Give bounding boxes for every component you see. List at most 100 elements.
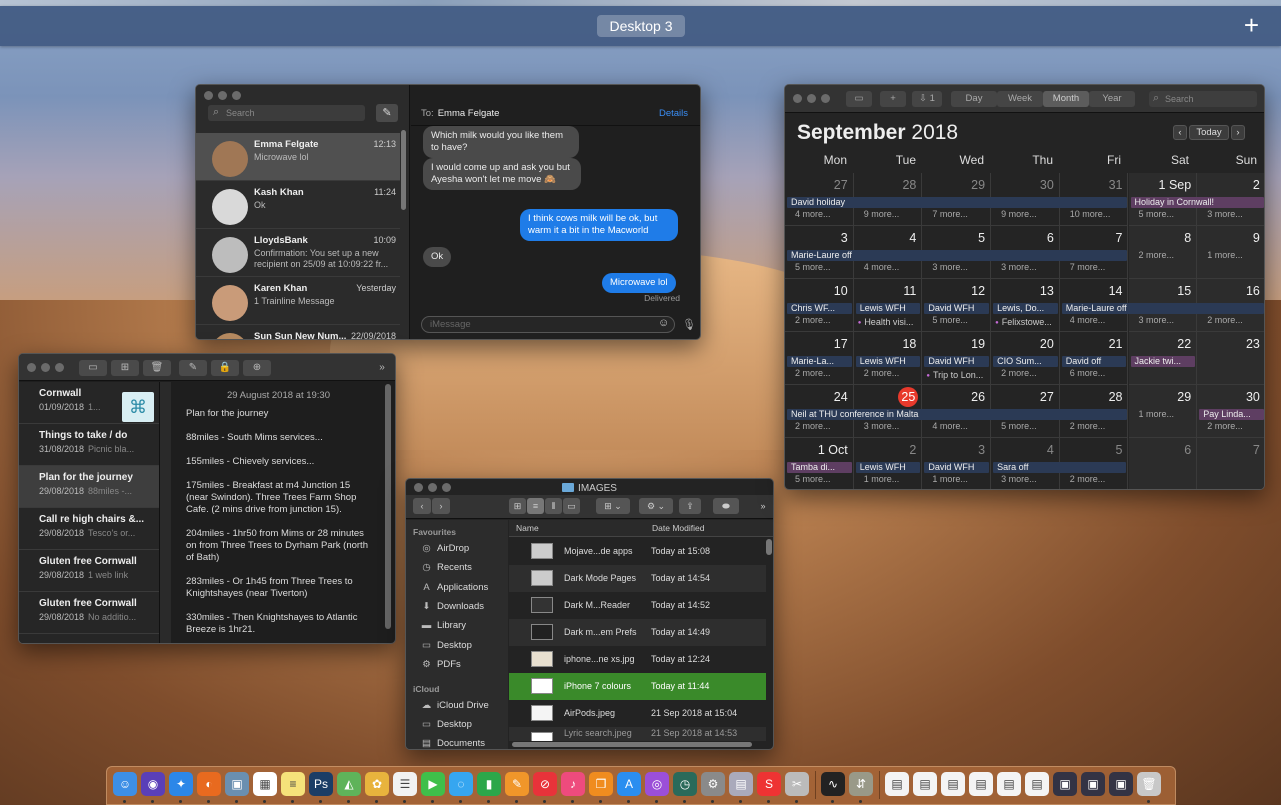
- conversation-item[interactable]: Kash Khan 11:24 Ok: [196, 181, 400, 229]
- tab-day[interactable]: Day: [951, 91, 997, 107]
- calendar-event[interactable]: Marie-Laure off: [1061, 303, 1264, 314]
- note-item[interactable]: Plan for the journey 29/08/2018 88miles -.…: [19, 466, 159, 508]
- calendar-event[interactable]: David holiday: [787, 197, 1127, 208]
- facetime-icon[interactable]: ▶: [421, 772, 445, 796]
- sidebar-item-airdrop[interactable]: ◎ AirDrop: [420, 543, 469, 554]
- sidebar-item-library[interactable]: ▬ Library: [420, 620, 466, 631]
- note-item[interactable]: Gluten free Cornwall 29/08/2018 1 web link: [19, 550, 159, 592]
- more-events-link[interactable]: 3 more...: [864, 421, 900, 431]
- calendar-event[interactable]: Sara off: [993, 462, 1127, 473]
- sidebar-toggle-icon[interactable]: ▭: [79, 360, 107, 376]
- group-by-icon[interactable]: ⊞ ⌄: [596, 498, 630, 514]
- more-events-link[interactable]: 1 more...: [1207, 250, 1243, 260]
- notes-window[interactable]: ▭ ⊞ 🗑 ✎ 🔒 ⊕ » Cornwall 01/09/2018 1... Thi…: [18, 353, 396, 644]
- notes-app-icon[interactable]: ≡: [281, 772, 305, 796]
- more-events-link[interactable]: 4 more...: [864, 262, 900, 272]
- gallery-view-icon[interactable]: ⊞: [111, 360, 139, 376]
- compose-note-icon[interactable]: ✎: [179, 360, 207, 376]
- more-events-link[interactable]: 10 more...: [1070, 209, 1111, 219]
- minimize-button[interactable]: [41, 363, 50, 372]
- calendar-timed-event[interactable]: Felixstowe...: [995, 317, 1052, 327]
- file-row[interactable]: Dark m...em Prefs Today at 14:49: [509, 619, 766, 646]
- more-events-link[interactable]: 9 more...: [1001, 209, 1037, 219]
- note-item[interactable]: Call re high chairs &... 29/08/2018 Tesco'…: [19, 508, 159, 550]
- calendar-event[interactable]: David WFH: [924, 462, 990, 473]
- note-item[interactable]: Gluten free Cornwall 29/08/2018 No additio…: [19, 592, 159, 634]
- calendar-event[interactable]: Marie-Laure off: [787, 250, 1127, 261]
- screenshot-icon[interactable]: ▣: [1053, 772, 1077, 796]
- sidebar-item-desktop[interactable]: ▭ Desktop: [420, 640, 472, 651]
- message-bubble-incoming[interactable]: Which milk would you like them to have?: [423, 126, 579, 158]
- script-editor-icon[interactable]: ✂: [785, 772, 809, 796]
- microphone-icon[interactable]: 🎙: [682, 318, 696, 331]
- file-row-selected[interactable]: iPhone 7 colours Today at 11:44: [509, 673, 766, 700]
- document-icon[interactable]: ▤: [1025, 772, 1049, 796]
- more-events-link[interactable]: 1 more...: [864, 474, 900, 484]
- note-scrollbar[interactable]: [385, 384, 391, 629]
- image-capture-icon[interactable]: ▤: [729, 772, 753, 796]
- next-month-icon[interactable]: ›: [1231, 125, 1245, 140]
- emoji-icon[interactable]: ☺: [658, 317, 669, 329]
- column-view-icon[interactable]: ⫴: [545, 498, 562, 514]
- calendar-event[interactable]: Jackie twi...: [1130, 356, 1196, 367]
- recipient-name[interactable]: Emma Felgate: [438, 108, 500, 119]
- message-bubble-outgoing[interactable]: I think cows milk will be ok, but warm i…: [520, 209, 678, 241]
- activity-monitor-icon[interactable]: ∿: [821, 772, 845, 796]
- finder-window[interactable]: IMAGES ‹ › ⊞ ≡ ⫴ ▭ ⊞ ⌄ ⚙ ⌄ ⇪ ⬬ » Favouri…: [405, 478, 774, 750]
- sidebar-item-documents[interactable]: ▤ Documents: [420, 738, 485, 749]
- more-events-link[interactable]: 5 more...: [1001, 421, 1037, 431]
- zoom-button[interactable]: [821, 94, 830, 103]
- note-item[interactable]: Things to take / do 31/08/2018 Picnic bla.…: [19, 424, 159, 466]
- document-icon[interactable]: ▤: [885, 772, 909, 796]
- more-events-link[interactable]: 7 more...: [932, 209, 968, 219]
- document-icon[interactable]: ▤: [997, 772, 1021, 796]
- calendar-event[interactable]: Lewis WFH: [855, 356, 921, 367]
- tab-month[interactable]: Month: [1043, 91, 1089, 107]
- more-events-link[interactable]: 5 more...: [795, 474, 831, 484]
- more-events-link[interactable]: 7 more...: [1070, 262, 1106, 272]
- calendar-event[interactable]: Marie-La...: [787, 356, 852, 367]
- sidebar-item-pdfs[interactable]: ⚙ PDFs: [420, 659, 461, 670]
- sidebar-item-downloads[interactable]: ⬇ Downloads: [420, 601, 484, 612]
- minimize-button[interactable]: [218, 91, 227, 100]
- day-cell[interactable]: 6: [1128, 438, 1198, 489]
- firefox-icon[interactable]: ◐: [197, 772, 221, 796]
- zoom-button[interactable]: [55, 363, 64, 372]
- more-events-link[interactable]: 5 more...: [1139, 209, 1175, 219]
- more-events-link[interactable]: 5 more...: [932, 315, 968, 325]
- notes-list-scrollbar[interactable]: [159, 382, 171, 643]
- calendar-timed-event[interactable]: Trip to Lon...: [926, 370, 983, 380]
- sidebar-item-icloud-drive[interactable]: ☁ iCloud Drive: [420, 700, 489, 711]
- reminders-icon[interactable]: ☰: [393, 772, 417, 796]
- sidebar-item-applications[interactable]: A Applications: [420, 582, 488, 593]
- more-events-link[interactable]: 3 more...: [932, 262, 968, 272]
- sidebar-item-icloud-desktop[interactable]: ▭ Desktop: [420, 719, 472, 730]
- more-events-link[interactable]: 3 more...: [1001, 262, 1037, 272]
- document-icon[interactable]: ▤: [969, 772, 993, 796]
- photoshop-icon[interactable]: Ps: [309, 772, 333, 796]
- list-view-icon[interactable]: ≡: [527, 498, 544, 514]
- books-icon[interactable]: ❒: [589, 772, 613, 796]
- screenshot-icon[interactable]: ▣: [1081, 772, 1105, 796]
- migration-icon[interactable]: ⇵: [849, 772, 873, 796]
- messages-window[interactable]: Search ✎ Emma Felgate12:13Microwave lol …: [195, 84, 701, 340]
- more-events-link[interactable]: 2 more...: [1070, 474, 1106, 484]
- forward-icon[interactable]: ›: [432, 498, 450, 514]
- tag-icon[interactable]: ⬬: [713, 498, 739, 514]
- window-controls[interactable]: [204, 91, 241, 100]
- chevron-more-icon[interactable]: »: [756, 498, 770, 514]
- more-events-link[interactable]: 3 more...: [1207, 209, 1243, 219]
- document-icon[interactable]: ▤: [941, 772, 965, 796]
- file-row[interactable]: Lyric search.jpeg 21 Sep 2018 at 14:53: [509, 727, 766, 741]
- horizontal-scrollbar[interactable]: [512, 742, 752, 747]
- note-body[interactable]: 29 August 2018 at 19:30 Plan for the jou…: [172, 382, 385, 643]
- calendar-event[interactable]: Lewis, Do...: [993, 303, 1058, 314]
- back-icon[interactable]: ‹: [413, 498, 431, 514]
- window-controls[interactable]: [793, 94, 830, 103]
- music-icon[interactable]: ♪: [561, 772, 585, 796]
- share-people-icon[interactable]: ⊕: [243, 360, 271, 376]
- calendar-event[interactable]: David WFH: [924, 356, 990, 367]
- trash-icon[interactable]: 🗑: [143, 360, 171, 376]
- file-row[interactable]: Dark Mode Pages Today at 14:54: [509, 565, 766, 592]
- file-list-scrollbar[interactable]: [766, 539, 772, 555]
